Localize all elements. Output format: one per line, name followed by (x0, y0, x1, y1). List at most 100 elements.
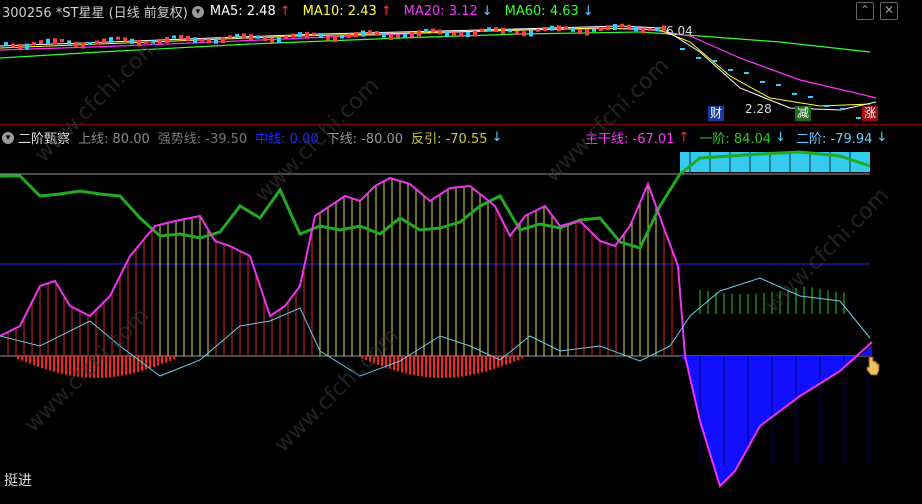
candle (214, 38, 218, 44)
candle (326, 35, 330, 41)
rebound-arrow-icon: ↓ (491, 130, 503, 145)
candle (200, 38, 204, 42)
candle (11, 43, 15, 48)
candle (165, 36, 169, 43)
candle (585, 29, 589, 36)
candle (445, 30, 449, 37)
candle (347, 33, 351, 38)
candle (557, 25, 561, 32)
candle (389, 33, 393, 40)
candle (158, 38, 162, 44)
candle (284, 35, 288, 39)
main-line-arrow-icon: ↑ (678, 130, 690, 145)
candle (123, 37, 127, 42)
candle (459, 32, 463, 37)
candle (744, 72, 749, 74)
candle (53, 38, 57, 45)
candle (712, 60, 717, 62)
candle (95, 40, 99, 45)
candle (627, 24, 631, 29)
candle (221, 37, 225, 44)
candle (354, 31, 358, 37)
first-order-value: 一阶: 84.04 (699, 132, 772, 147)
candle (543, 26, 547, 31)
cai-tag[interactable]: 财 (708, 106, 725, 121)
candle (368, 30, 372, 34)
candle (599, 27, 603, 32)
rebound-value: 反引: -70.55 (411, 132, 488, 147)
second-order-value: 二阶: -79.94 (795, 132, 873, 147)
candle (564, 26, 568, 30)
candle (340, 35, 344, 39)
candle (550, 25, 554, 31)
candle (172, 35, 176, 39)
candle (193, 37, 197, 44)
candle (508, 29, 512, 33)
strong-line-value: 强势线: -39.50 (157, 132, 248, 147)
candle (728, 69, 733, 71)
candle (501, 27, 505, 34)
ma60-arrow-icon: ↓ (582, 4, 594, 19)
candle (179, 35, 183, 40)
candle (680, 48, 685, 50)
candle (776, 84, 781, 86)
jian-tag[interactable]: 减 (795, 106, 812, 121)
candle (249, 34, 253, 41)
candle (438, 29, 442, 35)
candle (417, 30, 421, 37)
zhang-tag[interactable]: 涨 (862, 106, 879, 121)
candle (648, 27, 652, 31)
candle (613, 24, 617, 31)
candle (824, 105, 829, 107)
candle (578, 29, 582, 35)
upper-line-value: 上线: 80.00 (78, 132, 150, 147)
candle (319, 34, 323, 39)
candle (808, 96, 813, 98)
candle (298, 32, 302, 38)
candle (452, 32, 456, 36)
candle (60, 38, 64, 42)
candle (792, 93, 797, 95)
candle (277, 37, 281, 44)
candle (494, 27, 498, 33)
ma10-arrow-icon: ↑ (380, 4, 392, 19)
candle (270, 37, 274, 43)
candle (655, 27, 659, 32)
dropdown-icon[interactable]: ▾ (191, 5, 204, 18)
candle (102, 38, 106, 44)
candle (606, 25, 610, 31)
candle (109, 37, 113, 44)
candle (641, 27, 645, 34)
candle (291, 33, 295, 38)
indicator-header-right: 主干线: -67.01 ↑ 一阶: 84.04 ↓ 二阶: -79.94 ↓ (585, 128, 887, 147)
candle (116, 36, 120, 40)
candle (305, 31, 309, 38)
candle (410, 32, 414, 38)
candle (256, 35, 260, 39)
candle (466, 32, 470, 38)
ma5-value: MA5: 2.48 (209, 4, 276, 19)
candle (18, 44, 22, 50)
hand-cursor-icon (866, 356, 880, 376)
candle (487, 27, 491, 32)
candle (333, 36, 337, 43)
candle (74, 41, 78, 47)
candle (760, 81, 765, 83)
indicator-menu-icon[interactable]: ▾ (2, 131, 14, 144)
candle (4, 42, 8, 45)
candle (242, 33, 246, 39)
candle (620, 23, 624, 27)
candle (696, 57, 701, 59)
candle (856, 117, 861, 119)
candle (592, 28, 596, 32)
candle (403, 33, 407, 38)
ma5-arrow-icon: ↑ (279, 4, 291, 19)
candle (571, 27, 575, 32)
candle (529, 30, 533, 37)
candle (473, 30, 477, 37)
candle (515, 30, 519, 35)
candle (32, 42, 36, 46)
ma10-value: MA10: 2.43 (302, 4, 377, 19)
candle (375, 31, 379, 36)
candle (39, 40, 43, 45)
